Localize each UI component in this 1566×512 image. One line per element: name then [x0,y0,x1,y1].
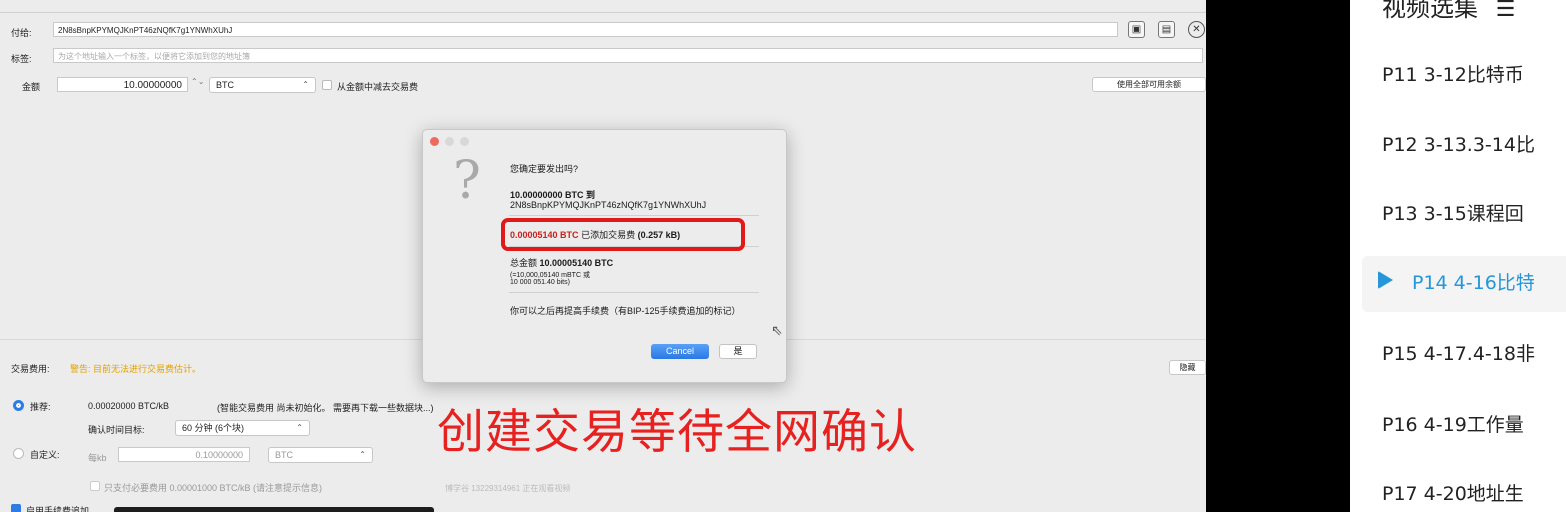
unit-value: BTC [216,80,234,90]
episode-item[interactable]: P15 4-17.4-18非 [1382,339,1535,366]
video-caption: 创建交易等待全网确认 [437,405,917,460]
minimize-window-icon [445,137,454,146]
chevron-updown-icon: ⌃ [302,80,309,89]
episode-item[interactable]: P11 3-12比特币 [1382,60,1524,87]
episode-item[interactable]: P12 3-13.3-14比 [1382,130,1535,157]
confirm-target-select[interactable]: 60 分钟 (6个块) ⌃ [175,420,310,436]
episode-item[interactable]: P17 4-20地址生 [1382,479,1524,506]
dialog-divider [509,292,759,293]
dialog-divider [509,215,759,216]
pay-to-label: 付给: [11,28,32,38]
use-all-button[interactable]: 使用全部可用余额 [1092,77,1206,92]
amount-stepper-icon[interactable]: ⌃⌄ [191,77,204,86]
total-value: 10.00005140 BTC [539,258,614,268]
sidebar-title-text: 视频选集 [1382,0,1478,22]
per-kb-label: 每kb [88,453,107,463]
min-fee-label: 只支付必要费用 0.00001000 BTC/kB (请注意提示信息) [104,483,323,493]
unit-select[interactable]: BTC ⌃ [209,77,316,93]
label-label: 标签: [11,54,32,64]
confirm-send-dialog: ? 您确定要发出吗? 10.00000000 BTC 到 2N8sBnpKPYM… [422,129,787,383]
enable-rbf-label: 启用手续费追加 [26,506,90,512]
play-icon [1378,271,1393,289]
fee-highlight-box [501,218,745,251]
zoom-window-icon [460,137,469,146]
episode-item[interactable]: P13 3-15课程回 [1382,199,1524,226]
question-icon: ? [453,151,481,211]
watermark: 博学谷 13229314961 正在观看视频 [445,484,571,493]
yes-button[interactable]: 是 [719,344,757,359]
hide-button[interactable]: 隐藏 [1169,360,1206,375]
recommended-radio[interactable] [13,400,24,411]
sidebar-title: 视频选集 ☰ [1382,0,1515,23]
episode-item[interactable]: P16 4-19工作量 [1382,410,1524,437]
address-book-icon[interactable]: ▣ [1128,21,1145,38]
amount-label: 金额 [22,82,41,92]
amount-input[interactable]: 10.00000000 [57,77,188,92]
rbf-note: 你可以之后再提高手续费（有BIP-125手续费追加的标记） [510,306,741,316]
confirm-target-label: 确认时间目标: [88,425,145,435]
fee-label: 交易费用: [11,364,50,374]
chevron-updown-icon: ⌃ [296,423,303,432]
list-icon[interactable]: ☰ [1496,0,1516,22]
video-letterbox [1206,0,1350,512]
top-divider [0,12,1206,13]
send-address: 2N8sBnpKPYMQJKnPT46zNQfK7g1YNWhXUhJ [510,200,707,210]
close-window-icon[interactable] [430,137,439,146]
recommended-value: 0.00020000 BTC/kB [88,401,170,411]
taskbar-strip [114,507,434,512]
confirm-target-value: 60 分钟 (6个块) [182,423,245,433]
custom-radio[interactable] [13,448,24,459]
recommended-note: (智能交易费用 尚未初始化。 需要再下载一些数据块...) [217,403,434,413]
custom-label: 自定义: [30,450,60,460]
total-line: 总金额 10.00005140 BTC [510,256,613,269]
cancel-button[interactable]: Cancel [651,344,709,359]
subtract-fee-label: 从金额中减去交易费 [337,82,419,92]
custom-fee-input[interactable]: 0.10000000 [118,447,250,462]
custom-unit-select[interactable]: BTC ⌃ [268,447,373,463]
paste-icon[interactable]: ▤ [1158,21,1175,38]
custom-unit-value: BTC [275,450,293,460]
recommended-label: 推荐: [30,402,51,412]
clear-icon[interactable]: ✕ [1188,21,1205,38]
mouse-cursor-icon: ⇖ [771,322,783,338]
fee-warning: 警告: 目前无法进行交易费估计。 [70,364,202,374]
chevron-updown-icon: ⌃ [359,450,366,459]
confirm-question: 您确定要发出吗? [510,164,579,174]
enable-rbf-checkbox[interactable] [11,504,21,512]
label-input[interactable]: 为这个地址输入一个标签，以便将它添加到您的地址簿 [53,48,1203,63]
pay-to-input[interactable]: 2N8sBnpKPYMQJKnPT46zNQfK7g1YNWhXUhJ [53,22,1118,37]
episode-item-active[interactable]: P14 4-16比特 [1412,268,1535,295]
total-label: 总金额 [510,258,538,268]
subtract-fee-checkbox[interactable] [322,80,332,90]
total-sub2: 10 000 051.40 bits) [510,279,570,286]
min-fee-checkbox[interactable] [90,481,100,491]
